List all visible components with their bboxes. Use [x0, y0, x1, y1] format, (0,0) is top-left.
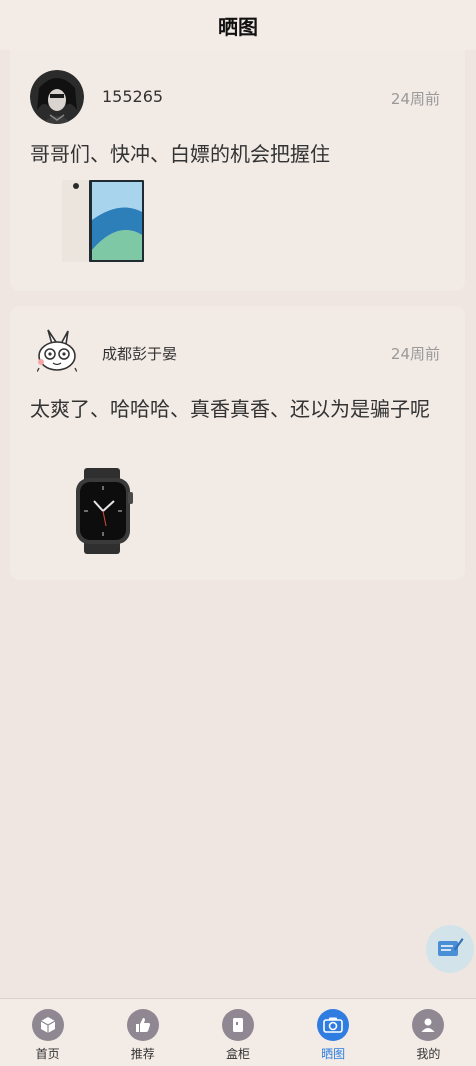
cabinet-icon [221, 1009, 254, 1041]
header: 晒图 [0, 0, 476, 50]
post-card[interactable]: 155265 24周前 哥哥们、快冲、白嫖的机会把握住 [10, 50, 465, 291]
tab-label: 晒图 [321, 1047, 346, 1061]
compose-icon [436, 935, 464, 963]
tab-label: 首页 [35, 1047, 60, 1061]
post-time: 24周前 [390, 90, 440, 108]
compose-button[interactable] [426, 925, 474, 973]
cube-icon [31, 1009, 64, 1041]
page-title: 晒图 [218, 14, 258, 39]
avatar[interactable] [30, 70, 84, 124]
apple-watch-photo[interactable] [70, 468, 140, 554]
camera-icon [317, 1009, 350, 1041]
tab-label: 我的 [416, 1047, 441, 1061]
post-content: 太爽了、哈哈哈、真香真香、还以为是骗子呢 [30, 397, 430, 421]
iphone-photo[interactable] [60, 180, 146, 262]
thumbs-up-icon [126, 1009, 159, 1041]
tab-showcase[interactable]: 晒图 [286, 999, 381, 1066]
page: 晒图 155265 24周前 哥哥们、快冲、白嫖的机会把握住 成都彭于晏 24周… [0, 0, 476, 1066]
tab-home[interactable]: 首页 [0, 999, 95, 1066]
tab-profile[interactable]: 我的 [381, 999, 476, 1066]
tab-cabinet[interactable]: 盒柜 [190, 999, 285, 1066]
avatar[interactable] [30, 326, 84, 380]
tab-bar: 首页 推荐 盒柜 晒图 我的 [0, 998, 476, 1066]
tab-recommend[interactable]: 推荐 [95, 999, 190, 1066]
tab-label: 盒柜 [225, 1047, 250, 1061]
post-time: 24周前 [390, 345, 440, 363]
post-content: 哥哥们、快冲、白嫖的机会把握住 [30, 142, 330, 166]
post-username[interactable]: 155265 [102, 87, 163, 106]
user-icon [412, 1009, 445, 1041]
post-username[interactable]: 成都彭于晏 [102, 343, 177, 364]
post-card[interactable]: 成都彭于晏 24周前 太爽了、哈哈哈、真香真香、还以为是骗子呢 [10, 306, 465, 580]
tab-label: 推荐 [130, 1047, 155, 1061]
